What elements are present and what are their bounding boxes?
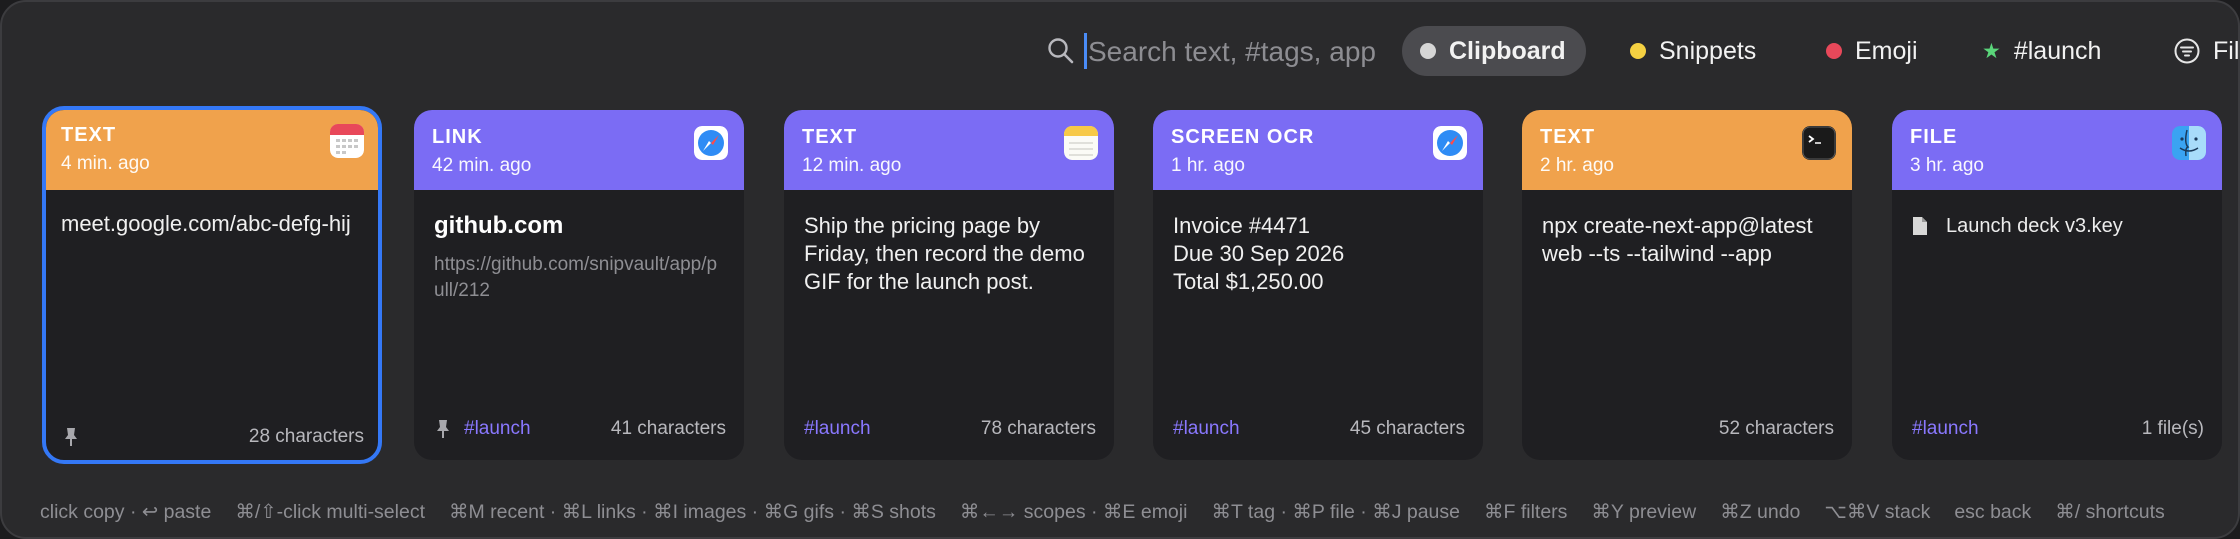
star-icon: ★ xyxy=(1982,39,2001,63)
search-input[interactable] xyxy=(1086,28,1390,76)
shortcut-hint: click copy · ↩ paste xyxy=(40,501,212,523)
shortcut-hint: ⌘/ shortcuts xyxy=(2055,501,2165,523)
ocr-line: Due 30 Sep 2026 xyxy=(1173,241,1345,266)
clipboard-dot-icon xyxy=(1420,43,1436,59)
ocr-line: Invoice #4471 xyxy=(1173,213,1310,238)
clipboard-panel: Clipboard Snippets Emoji ★ #launch Filt … xyxy=(0,0,2240,539)
notes-icon xyxy=(1064,126,1098,160)
safari-icon xyxy=(694,126,728,160)
card-footer: #launch 1 file(s) xyxy=(1912,416,2204,442)
link-url: https://github.com/snipvault/app/pull/21… xyxy=(434,254,718,301)
card-count: 78 characters xyxy=(980,418,1096,439)
link-title: github.com xyxy=(434,212,564,239)
card-footer: #launch 41 characters xyxy=(434,416,726,442)
card-tag[interactable]: #launch xyxy=(804,418,871,440)
clip-card[interactable]: FILE 3 hr. ago Launch deck v3.key #launc… xyxy=(1892,110,2222,460)
file-name: Launch deck v3.key xyxy=(1946,215,2123,237)
shortcut-hints: click copy · ↩ paste ⌘/⇧-click multi-sele… xyxy=(40,500,2238,524)
clip-card[interactable]: LINK 42 min. ago github.com https://gith… xyxy=(414,110,744,460)
card-header: LINK 42 min. ago xyxy=(414,110,744,190)
scope-label: Filt xyxy=(2213,36,2240,65)
card-time: 4 min. ago xyxy=(61,153,150,174)
card-footer: #launch 78 characters xyxy=(804,416,1096,442)
shortcut-hint: ⌘←→ scopes · ⌘E emoji xyxy=(959,501,1188,523)
card-tag[interactable]: #launch xyxy=(464,418,531,440)
clip-card[interactable]: TEXT 2 hr. ago npx create-next-app@lates… xyxy=(1522,110,1852,460)
card-content: npx create-next-app@latest web --ts --ta… xyxy=(1542,213,1813,266)
shortcut-hint: ⌘F filters xyxy=(1484,501,1568,523)
scope-filters[interactable]: Filt xyxy=(2174,26,2240,76)
card-footer: 52 characters xyxy=(1542,416,1834,442)
finder-icon xyxy=(2172,126,2206,160)
pin-icon[interactable] xyxy=(434,419,452,439)
shortcut-hint: ⌥⌘V stack xyxy=(1824,501,1931,523)
card-header: FILE 3 hr. ago xyxy=(1892,110,2222,190)
scope-launch-tag[interactable]: ★ #launch xyxy=(1982,26,2101,76)
card-content: Launch deck v3.key xyxy=(1912,212,2204,240)
card-tag[interactable]: #launch xyxy=(1173,418,1240,440)
shortcut-hint: ⌘Y preview xyxy=(1591,501,1697,523)
emoji-dot-icon xyxy=(1826,43,1842,59)
scope-clipboard[interactable]: Clipboard xyxy=(1402,26,1586,76)
filter-icon xyxy=(2174,38,2200,64)
shortcut-hint: ⌘T tag · ⌘P file · ⌘J pause xyxy=(1211,501,1460,523)
safari-icon xyxy=(1433,126,1467,160)
shortcut-hint: ⌘/⇧-click multi-select xyxy=(235,501,425,523)
scope-label: #launch xyxy=(2013,36,2102,65)
card-footer: 28 characters xyxy=(62,424,364,450)
calendar-icon xyxy=(330,124,364,158)
search-icon xyxy=(1048,38,1074,64)
clip-card[interactable]: TEXT 4 min. ago meet.google.com/abc-defg… xyxy=(42,106,382,464)
card-content: meet.google.com/abc-defg-hij xyxy=(61,211,351,236)
card-footer: #launch 45 characters xyxy=(1173,416,1465,442)
card-count: 52 characters xyxy=(1718,418,1834,439)
card-count: 41 characters xyxy=(610,418,726,439)
clip-card[interactable]: SCREEN OCR 1 hr. ago Invoice #4471 Due 3… xyxy=(1153,110,1483,460)
card-count: 28 characters xyxy=(248,426,364,447)
ocr-line: Total $1,250.00 xyxy=(1173,269,1324,294)
shortcut-hint: ⌘Z undo xyxy=(1720,501,1801,523)
clip-card[interactable]: TEXT 12 min. ago Ship the pricing page b… xyxy=(784,110,1114,460)
snippets-dot-icon xyxy=(1630,43,1646,59)
shortcut-hint: esc back xyxy=(1954,501,2032,523)
scope-label: Snippets xyxy=(1659,36,1757,65)
scope-snippets[interactable]: Snippets xyxy=(1630,26,1756,76)
card-count: 45 characters xyxy=(1349,418,1465,439)
pin-icon[interactable] xyxy=(62,427,80,447)
card-content: Invoice #4471 Due 30 Sep 2026 Total $1,2… xyxy=(1173,212,1465,296)
card-tag[interactable]: #launch xyxy=(1912,418,1979,440)
scope-label: Emoji xyxy=(1855,36,1918,65)
document-icon xyxy=(1913,217,1927,235)
card-header: TEXT 2 hr. ago xyxy=(1522,110,1852,190)
terminal-icon xyxy=(1802,126,1836,160)
card-content: Ship the pricing page by Friday, then re… xyxy=(804,213,1085,294)
shortcut-hint: ⌘M recent · ⌘L links · ⌘I images · ⌘G gi… xyxy=(449,501,936,523)
scope-label: Clipboard xyxy=(1449,36,1566,65)
card-header: TEXT 12 min. ago xyxy=(784,110,1114,190)
scope-emoji[interactable]: Emoji xyxy=(1826,26,1918,76)
card-count: 1 file(s) xyxy=(2141,418,2204,439)
card-content: github.com https://github.com/snipvault/… xyxy=(434,212,726,304)
card-header: SCREEN OCR 1 hr. ago xyxy=(1153,110,1483,190)
card-header: TEXT 4 min. ago xyxy=(46,110,378,190)
